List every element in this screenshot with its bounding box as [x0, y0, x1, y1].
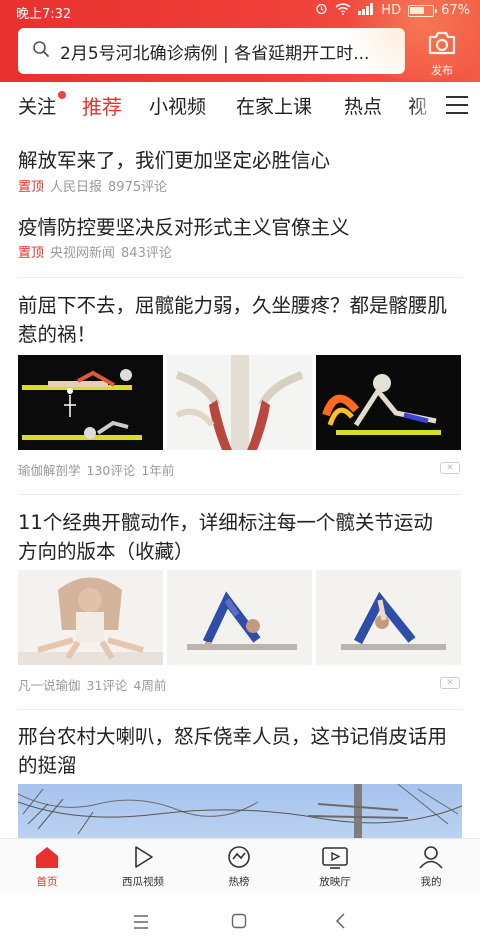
tab-hot[interactable]: 热点 — [344, 92, 382, 119]
pinned-meta: 置顶 央视网新闻 843评论 — [18, 242, 172, 261]
article-meta: 凡一说瑜伽 31评论 4周前 — [18, 675, 166, 694]
system-navigation-bar — [0, 892, 480, 950]
play-icon — [130, 846, 156, 873]
dislike-button[interactable]: ✕ — [440, 677, 460, 689]
article-image[interactable] — [18, 784, 462, 840]
article-meta: 瑜伽解剖学 130评论 1年前 — [18, 460, 174, 479]
nav-xigua-video[interactable]: 西瓜视频 — [108, 845, 178, 889]
channel-tabs: 关注 推荐 小视频 在家上课 热点 视 — [0, 82, 480, 128]
wifi-icon — [335, 2, 351, 19]
pinned-meta: 置顶 人民日报 8975评论 — [18, 176, 167, 195]
nav-label: 首页 — [36, 876, 58, 888]
nav-cinema[interactable]: 放映厅 — [300, 845, 370, 889]
tabs-fade — [410, 82, 440, 128]
profile-icon — [418, 846, 444, 873]
battery-percent: 67% — [441, 3, 470, 18]
tab-recommend[interactable]: 推荐 — [82, 91, 122, 120]
comment-count: 130评论 — [86, 463, 136, 478]
header-bar: 晚上7:32 HD 67% 2月5号河北确诊病例 | 各省延期开工时... 发布 — [0, 0, 480, 82]
bottom-navigation: 首页 西瓜视频 热榜 放映厅 我的 — [0, 838, 480, 892]
divider — [18, 709, 462, 710]
status-time: 晚上7:32 — [16, 7, 72, 22]
thumbnail-image[interactable] — [167, 570, 312, 665]
news-source: 人民日报 — [50, 180, 103, 195]
network-type: HD — [381, 3, 402, 18]
nav-label: 放映厅 — [319, 876, 351, 888]
status-bar: 晚上7:32 HD 67% — [0, 0, 480, 22]
news-source: 瑜伽解剖学 — [18, 463, 81, 478]
home-square-icon[interactable] — [231, 913, 247, 933]
nav-label: 我的 — [420, 876, 442, 888]
thumbnail-image[interactable] — [316, 570, 461, 665]
pinned-title[interactable]: 解放军来了，我们更加坚定必胜信心 — [18, 144, 330, 173]
menu-icon[interactable] — [133, 914, 149, 933]
pinned-tag: 置顶 — [18, 246, 45, 261]
search-bar[interactable]: 2月5号河北确诊病例 | 各省延期开工时... — [18, 28, 405, 74]
divider — [18, 277, 462, 278]
thumbnail-image[interactable] — [316, 355, 461, 450]
article-title[interactable]: 前屈下不去，屈髋能力弱，久坐腰疼？都是髂腰肌 惹的祸！ — [18, 291, 463, 349]
home-icon — [34, 847, 60, 873]
thumbnail-image[interactable] — [167, 355, 312, 450]
nav-trending[interactable]: 热榜 — [204, 845, 274, 889]
tab-follow[interactable]: 关注 — [18, 92, 56, 119]
tab-home-class[interactable]: 在家上课 — [236, 92, 312, 119]
thumbnail-image[interactable] — [18, 570, 163, 665]
nav-home[interactable]: 首页 — [12, 845, 82, 889]
article-title[interactable]: 邢台农村大喇叭，怒斥侥幸人员，这书记俏皮话用 的挺溜 — [18, 722, 463, 780]
alarm-icon — [315, 2, 328, 19]
publish-time: 4周前 — [133, 678, 167, 693]
battery-icon — [408, 4, 438, 17]
search-icon — [32, 40, 50, 62]
news-source: 央视网新闻 — [50, 246, 116, 261]
tv-icon — [321, 847, 349, 873]
app-screen: 晚上7:32 HD 67% 2月5号河北确诊病例 | 各省延期开工时... 发布… — [0, 0, 480, 950]
comment-count: 8975评论 — [108, 180, 168, 195]
tab-short-video[interactable]: 小视频 — [149, 92, 206, 119]
nav-label: 热榜 — [228, 876, 250, 888]
pinned-tag: 置顶 — [18, 180, 45, 195]
comment-count: 843评论 — [121, 246, 172, 261]
channel-menu-icon[interactable] — [446, 96, 468, 114]
publish-time: 1年前 — [141, 463, 175, 478]
publish-button[interactable]: 发布 — [420, 30, 464, 78]
divider — [18, 494, 462, 495]
comment-count: 31评论 — [86, 678, 128, 693]
tab-follow-dot — [58, 91, 66, 99]
back-icon[interactable] — [334, 913, 346, 933]
article-title[interactable]: 11个经典开髋动作，详细标注每一个髋关节运动 方向的版本（收藏） — [18, 508, 463, 566]
publish-label: 发布 — [431, 64, 453, 77]
thumbnail-image[interactable] — [18, 355, 163, 450]
signal-icon — [358, 2, 374, 19]
news-source: 凡一说瑜伽 — [18, 678, 81, 693]
status-icons: HD 67% — [315, 2, 470, 19]
trending-icon — [226, 846, 252, 873]
search-query: 2月5号河北确诊病例 | 各省延期开工时... — [60, 43, 370, 64]
dislike-button[interactable]: ✕ — [440, 462, 460, 474]
nav-label: 西瓜视频 — [122, 876, 164, 888]
pinned-title[interactable]: 疫情防控要坚决反对形式主义官僚主义 — [18, 211, 350, 240]
nav-profile[interactable]: 我的 — [396, 845, 466, 889]
camera-icon — [427, 31, 457, 60]
